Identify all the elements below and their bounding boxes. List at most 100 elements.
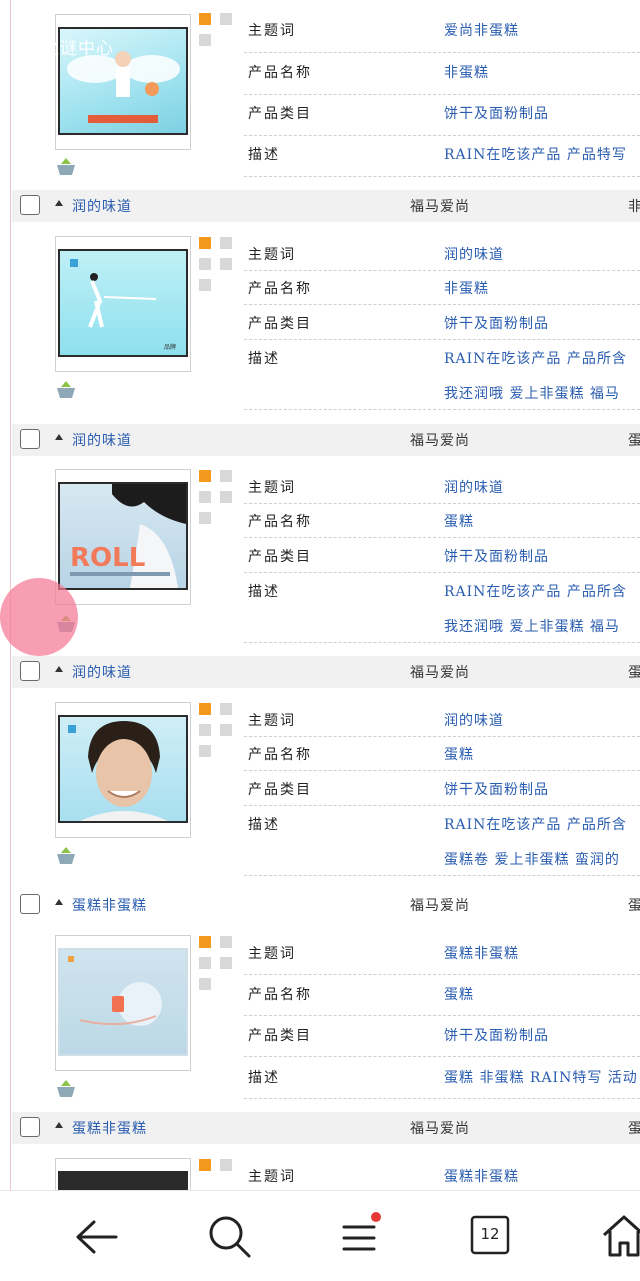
item-brand: 福马爱尚: [410, 1121, 470, 1137]
ad-still-image: ROLL: [58, 482, 188, 590]
color-swatch[interactable]: [220, 936, 232, 948]
product-thumbnail[interactable]: [55, 1158, 191, 1190]
color-swatch[interactable]: [220, 13, 232, 25]
color-swatch[interactable]: [199, 13, 211, 25]
divider: [244, 572, 640, 573]
value-product-name[interactable]: 蛋糕: [444, 511, 474, 531]
label-keyword: 主题词: [248, 946, 296, 962]
item-extra: 蛋: [628, 898, 640, 914]
value-keyword[interactable]: 爱尚非蛋糕: [444, 20, 519, 40]
color-swatch[interactable]: [220, 470, 232, 482]
menu-button[interactable]: [336, 1211, 386, 1261]
cart-icon[interactable]: [55, 1079, 77, 1099]
ad-still-image: [58, 715, 188, 823]
color-swatch[interactable]: [220, 491, 232, 503]
label-description: 描述: [248, 147, 280, 163]
color-swatch[interactable]: [199, 978, 211, 990]
value-category[interactable]: 饼干及面粉制品: [444, 103, 549, 123]
value-description-more[interactable]: 我还润哦 爱上非蛋糕 福马: [444, 383, 620, 403]
value-description[interactable]: RAIN在吃该产品 产品所含: [444, 348, 627, 368]
color-swatch[interactable]: [220, 1159, 232, 1171]
collapse-arrow-icon[interactable]: [55, 200, 63, 206]
value-description[interactable]: RAIN在吃该产品 产品所含: [444, 814, 627, 834]
color-swatch[interactable]: [199, 258, 211, 270]
color-swatch[interactable]: [199, 1159, 211, 1171]
collapse-arrow-icon[interactable]: [55, 666, 63, 672]
product-thumbnail[interactable]: 品牌: [55, 236, 191, 372]
color-swatch[interactable]: [199, 512, 211, 524]
color-swatch[interactable]: [199, 936, 211, 948]
label-product-name: 产品名称: [248, 65, 312, 81]
value-category[interactable]: 饼干及面粉制品: [444, 1025, 549, 1045]
tabs-button[interactable]: 12: [466, 1211, 516, 1261]
item-brand: 福马爱尚: [410, 665, 470, 681]
tabs-count: 12: [480, 1225, 500, 1243]
divider: [244, 805, 640, 806]
value-keyword[interactable]: 润的味道: [444, 710, 504, 730]
value-keyword[interactable]: 润的味道: [444, 244, 504, 264]
label-product-name: 产品名称: [248, 747, 312, 763]
collapse-arrow-icon[interactable]: [55, 434, 63, 440]
select-checkbox[interactable]: [20, 1117, 40, 1137]
product-thumbnail[interactable]: [55, 935, 191, 1071]
label-description: 描述: [248, 1070, 280, 1086]
item-title[interactable]: 蛋糕非蛋糕: [72, 895, 147, 915]
value-product-name[interactable]: 非蛋糕: [444, 62, 489, 82]
color-swatch[interactable]: [199, 279, 211, 291]
item-title[interactable]: 润的味道: [72, 662, 132, 682]
color-swatch[interactable]: [199, 491, 211, 503]
value-product-name[interactable]: 蛋糕: [444, 984, 474, 1004]
results-list: 主题词 爱尚非蛋糕 产品名称 非蛋糕 产品类目 饼干及面粉制品 描述 RAIN在…: [0, 0, 640, 1190]
color-swatch[interactable]: [199, 703, 211, 715]
value-description[interactable]: 蛋糕 非蛋糕 RAIN特写 活动: [444, 1067, 638, 1087]
select-checkbox[interactable]: [20, 429, 40, 449]
value-keyword[interactable]: 蛋糕非蛋糕: [444, 943, 519, 963]
color-swatch[interactable]: [199, 237, 211, 249]
color-swatch[interactable]: [199, 724, 211, 736]
color-swatch[interactable]: [199, 34, 211, 46]
item-header: 润的味道 福马爱尚 蛋: [12, 656, 640, 688]
value-category[interactable]: 饼干及面粉制品: [444, 313, 549, 333]
search-button[interactable]: [204, 1211, 254, 1261]
color-swatch[interactable]: [220, 237, 232, 249]
value-product-name[interactable]: 非蛋糕: [444, 278, 489, 298]
collapse-arrow-icon[interactable]: [55, 1122, 63, 1128]
color-swatch[interactable]: [220, 724, 232, 736]
cart-icon[interactable]: [55, 380, 77, 400]
product-thumbnail[interactable]: ROLL: [55, 469, 191, 605]
divider: [244, 537, 640, 538]
color-swatch[interactable]: [199, 470, 211, 482]
collapse-arrow-icon[interactable]: [55, 899, 63, 905]
value-description-more[interactable]: 我还润哦 爱上非蛋糕 福马: [444, 616, 620, 636]
value-description[interactable]: RAIN在吃该产品 产品特写: [444, 144, 627, 164]
value-product-name[interactable]: 蛋糕: [444, 744, 474, 764]
color-swatch[interactable]: [199, 957, 211, 969]
divider: [244, 176, 640, 177]
item-title[interactable]: 蛋糕非蛋糕: [72, 1118, 147, 1138]
value-description-more[interactable]: 蛋糕卷 爱上非蛋糕 蛮润的: [444, 849, 620, 869]
divider: [244, 52, 640, 53]
value-keyword[interactable]: 蛋糕非蛋糕: [444, 1166, 519, 1186]
value-description[interactable]: RAIN在吃该产品 产品所含: [444, 581, 627, 601]
color-swatch[interactable]: [220, 703, 232, 715]
cart-icon[interactable]: [55, 846, 77, 866]
item-title[interactable]: 润的味道: [72, 196, 132, 216]
value-keyword[interactable]: 润的味道: [444, 477, 504, 497]
label-product-name: 产品名称: [248, 987, 312, 1003]
item-title[interactable]: 润的味道: [72, 430, 132, 450]
color-swatch[interactable]: [199, 745, 211, 757]
home-button[interactable]: [598, 1211, 640, 1261]
ad-still-image: [58, 1171, 188, 1190]
value-category[interactable]: 饼干及面粉制品: [444, 779, 549, 799]
color-swatch[interactable]: [220, 957, 232, 969]
back-button[interactable]: [72, 1211, 122, 1261]
product-thumbnail[interactable]: [55, 702, 191, 838]
cart-icon[interactable]: [55, 157, 77, 177]
label-description: 描述: [248, 351, 280, 367]
label-category: 产品类目: [248, 549, 312, 565]
color-swatch[interactable]: [220, 258, 232, 270]
select-checkbox[interactable]: [20, 661, 40, 681]
select-checkbox[interactable]: [20, 894, 40, 914]
value-category[interactable]: 饼干及面粉制品: [444, 546, 549, 566]
select-checkbox[interactable]: [20, 195, 40, 215]
